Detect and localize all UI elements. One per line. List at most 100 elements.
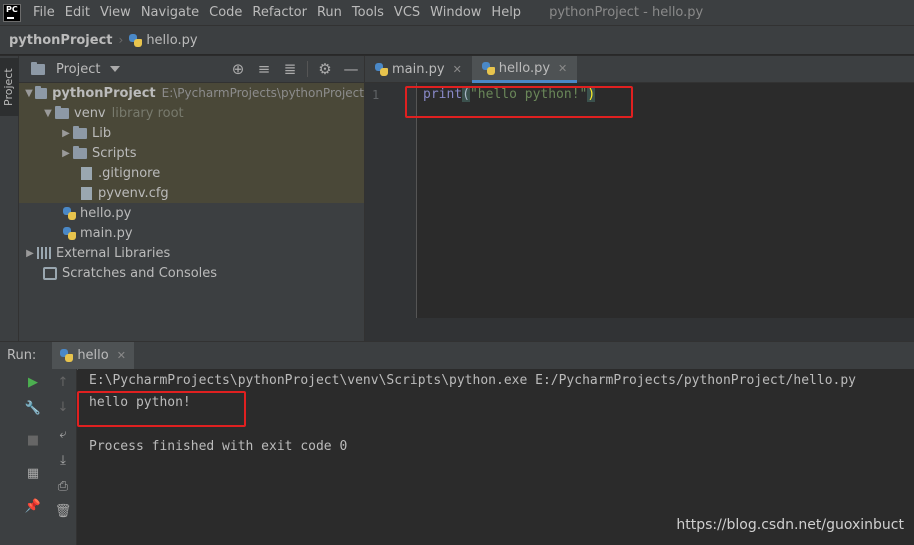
menu-refactor[interactable]: Refactor xyxy=(252,5,307,20)
folder-icon xyxy=(55,105,69,119)
project-tool-tab[interactable]: Project xyxy=(0,58,19,116)
menu-navigate[interactable]: Navigate xyxy=(141,5,199,20)
left-tool-strip: Project xyxy=(0,56,19,341)
highlight-box-code xyxy=(405,86,633,118)
project-tree: ▼ pythonProject E:\PycharmProjects\pytho… xyxy=(19,83,364,283)
menu-view[interactable]: View xyxy=(100,5,131,20)
tab-main-py[interactable]: main.py ✕ xyxy=(365,56,472,83)
rerun-icon[interactable]: ▶ xyxy=(23,375,43,390)
project-panel-tools: ⊕ ≡ ≣ ⚙ — xyxy=(225,60,364,78)
locate-file-icon[interactable]: ⊕ xyxy=(225,60,251,78)
arrow-up-icon[interactable]: ↑ xyxy=(53,375,73,390)
python-file-icon xyxy=(129,33,143,47)
tree-item-venv[interactable]: ▼ venv library root xyxy=(19,103,364,123)
menu-vcs[interactable]: VCS xyxy=(394,5,420,20)
tab-main-label: main.py xyxy=(392,62,445,77)
tree-item-scratches[interactable]: Scratches and Consoles xyxy=(19,263,364,283)
library-icon xyxy=(37,247,51,259)
menu-code[interactable]: Code xyxy=(209,5,242,20)
tree-item-lib[interactable]: ▶ Lib xyxy=(19,123,364,143)
project-tool-tab-label: Project xyxy=(2,68,15,106)
project-panel-header: Project ⊕ ≡ ≣ ⚙ — xyxy=(19,56,364,83)
breadcrumb-project[interactable]: pythonProject xyxy=(9,33,113,48)
tree-item-pyvenv[interactable]: pyvenv.cfg xyxy=(19,183,364,203)
chevron-right-icon[interactable]: ▶ xyxy=(59,148,73,159)
tree-scratches-label: Scratches and Consoles xyxy=(62,265,218,281)
gear-icon[interactable]: ⚙ xyxy=(312,60,338,78)
tree-item-main[interactable]: main.py xyxy=(19,223,364,243)
layout-icon[interactable]: ▦ xyxy=(23,466,43,481)
tree-external-label: External Libraries xyxy=(56,245,171,261)
hide-panel-icon[interactable]: — xyxy=(338,60,364,78)
run-label: Run: xyxy=(7,348,37,363)
tree-root-path: E:\PycharmProjects\pythonProject xyxy=(161,86,364,100)
run-tab-label: hello xyxy=(77,348,109,363)
tree-item-external-libraries[interactable]: ▶ External Libraries xyxy=(19,243,364,263)
file-icon xyxy=(81,166,92,180)
collapse-all-icon[interactable]: ≣ xyxy=(277,60,303,78)
soft-wrap-icon[interactable]: ⤶ xyxy=(53,427,73,442)
run-toolbar-col1: ▶ 🔧 ■ ▦ 📌 xyxy=(0,369,41,545)
editor-bottom-area xyxy=(365,318,914,341)
editor-gutter: 1 xyxy=(365,83,417,318)
file-icon xyxy=(81,186,92,200)
tab-hello-label: hello.py xyxy=(498,60,551,76)
pycharm-logo-icon: PC xyxy=(3,3,21,22)
tree-venv-name: venv xyxy=(74,105,106,121)
project-view-icon xyxy=(31,61,45,75)
wrench-icon[interactable]: 🔧 xyxy=(23,401,43,416)
highlight-box-output xyxy=(77,391,246,427)
print-icon[interactable]: ⎙ xyxy=(53,479,73,494)
line-number: 1 xyxy=(372,88,380,102)
folder-icon xyxy=(35,85,48,99)
tab-hello-py[interactable]: hello.py ✕ xyxy=(471,56,578,83)
trash-icon[interactable]: 🗑 xyxy=(53,504,73,519)
toolbar-divider xyxy=(307,61,308,77)
python-file-icon xyxy=(481,61,495,75)
close-icon[interactable]: ✕ xyxy=(558,62,567,75)
project-panel: Project ⊕ ≡ ≣ ⚙ — ▼ pythonProject E:\Pyc… xyxy=(19,56,364,341)
project-panel-title[interactable]: Project xyxy=(56,62,100,77)
breadcrumb-file[interactable]: hello.py xyxy=(146,33,197,48)
tree-item-hello[interactable]: hello.py xyxy=(19,203,364,223)
chevron-down-icon[interactable]: ▼ xyxy=(41,108,55,119)
expand-all-icon[interactable]: ≡ xyxy=(251,60,277,78)
menu-file[interactable]: File xyxy=(33,5,55,20)
console-exit: Process finished with exit code 0 xyxy=(89,439,348,454)
chevron-down-icon[interactable]: ▼ xyxy=(23,88,35,99)
folder-icon xyxy=(73,145,87,159)
menu-bar: PC File Edit View Navigate Code Refactor… xyxy=(0,0,914,25)
tree-gitignore-label: .gitignore xyxy=(98,165,161,181)
python-file-icon xyxy=(60,349,74,362)
tree-main-label: main.py xyxy=(80,225,133,241)
console-command: E:\PycharmProjects\pythonProject\venv\Sc… xyxy=(89,373,857,388)
menu-help[interactable]: Help xyxy=(491,5,521,20)
stop-icon[interactable]: ■ xyxy=(23,433,43,448)
pin-icon[interactable]: 📌 xyxy=(23,499,43,514)
scratches-icon xyxy=(43,266,57,280)
tree-hello-label: hello.py xyxy=(80,205,132,221)
menu-items: File Edit View Navigate Code Refactor Ru… xyxy=(33,5,531,20)
run-panel-header: Run: hello ✕ xyxy=(0,341,914,370)
breadcrumb: pythonProject › hello.py xyxy=(0,25,914,55)
close-icon[interactable]: ✕ xyxy=(117,349,126,362)
menu-tools[interactable]: Tools xyxy=(352,5,384,20)
chevron-right-icon[interactable]: ▶ xyxy=(23,248,37,259)
scroll-to-end-icon[interactable]: ⤓ xyxy=(53,453,73,468)
tree-scripts-label: Scripts xyxy=(92,145,137,161)
chevron-right-icon[interactable]: ▶ xyxy=(59,128,73,139)
menu-edit[interactable]: Edit xyxy=(65,5,90,20)
arrow-down-icon[interactable]: ↓ xyxy=(53,400,73,415)
tree-item-gitignore[interactable]: .gitignore xyxy=(19,163,364,183)
tree-item-root[interactable]: ▼ pythonProject E:\PycharmProjects\pytho… xyxy=(19,83,364,103)
tree-item-scripts[interactable]: ▶ Scripts xyxy=(19,143,364,163)
python-file-icon xyxy=(375,63,388,76)
menu-window[interactable]: Window xyxy=(430,5,481,20)
editor-tab-bar: main.py ✕ hello.py ✕ xyxy=(365,56,914,83)
menu-run[interactable]: Run xyxy=(317,5,342,20)
tree-venv-note: library root xyxy=(111,105,184,121)
close-icon[interactable]: ✕ xyxy=(453,63,462,76)
chevron-down-icon[interactable] xyxy=(110,66,121,72)
run-tab-hello[interactable]: hello ✕ xyxy=(52,341,134,370)
watermark-text: https://blog.csdn.net/guoxinbuct xyxy=(676,517,904,533)
